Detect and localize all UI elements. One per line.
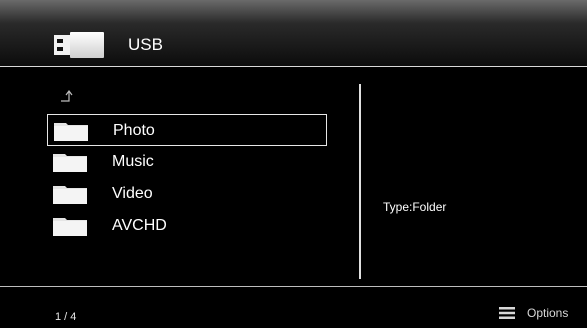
folder-icon xyxy=(53,154,87,172)
usb-drive-icon xyxy=(54,32,104,58)
page-count: 1 / 4 xyxy=(55,311,77,323)
list-item-video[interactable]: Video xyxy=(47,178,327,210)
header-bar: USB xyxy=(0,0,587,66)
list-item-label: AVCHD xyxy=(112,217,167,234)
list-item-label: Video xyxy=(112,185,153,202)
panel-divider xyxy=(359,84,361,279)
footer-divider xyxy=(0,286,587,287)
list-item-photo[interactable]: Photo xyxy=(47,114,327,146)
up-arrow-icon[interactable] xyxy=(60,89,74,103)
info-type-text: Type:Folder xyxy=(383,200,447,214)
list-item-label: Photo xyxy=(113,122,155,139)
list-item-label: Music xyxy=(112,153,154,170)
header-title: USB xyxy=(128,35,163,54)
header-divider xyxy=(0,66,587,67)
list-item-avchd[interactable]: AVCHD xyxy=(47,210,327,242)
menu-lines-icon xyxy=(499,307,515,319)
folder-icon xyxy=(53,186,87,204)
list-item-music[interactable]: Music xyxy=(47,146,327,178)
folder-icon xyxy=(53,218,87,236)
options-label: Options xyxy=(527,306,569,320)
folder-icon xyxy=(54,123,88,141)
usb-browser-screen: USB Photo Music Video AVCHD Type:Folder … xyxy=(0,0,587,328)
